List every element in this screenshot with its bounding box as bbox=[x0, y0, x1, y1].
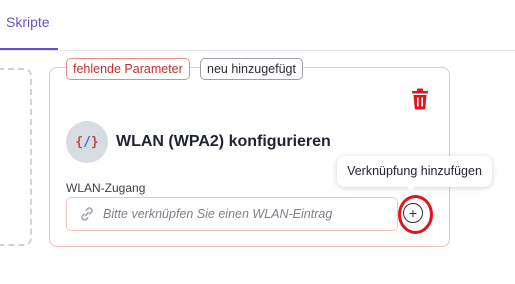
wlan-access-label: WLAN-Zugang bbox=[66, 181, 146, 195]
missing-parameters-badge: fehlende Parameter bbox=[66, 58, 190, 80]
wlan-access-placeholder: Bitte verknüpfen Sie einen WLAN-Eintrag bbox=[103, 207, 333, 221]
add-link-tooltip: Verknüpfung hinzufügen bbox=[337, 156, 492, 187]
tab-skripte[interactable]: Skripte bbox=[6, 14, 50, 30]
newly-added-badge: neu hinzugefügt bbox=[200, 58, 303, 80]
top-navigation: Skripte bbox=[0, 0, 515, 51]
tab-bar-divider bbox=[0, 50, 515, 51]
script-avatar: {/} bbox=[66, 121, 108, 163]
script-title: WLAN (WPA2) konfigurieren bbox=[116, 133, 331, 150]
trash-icon[interactable] bbox=[410, 88, 430, 110]
drop-zone-placeholder bbox=[0, 68, 32, 246]
link-icon bbox=[81, 207, 93, 221]
tooltip-arrow bbox=[405, 185, 417, 191]
plus-circle-icon: + bbox=[408, 205, 418, 221]
wlan-access-input[interactable]: Bitte verknüpfen Sie einen WLAN-Eintrag bbox=[66, 197, 398, 231]
add-link-button[interactable]: + bbox=[403, 203, 423, 223]
